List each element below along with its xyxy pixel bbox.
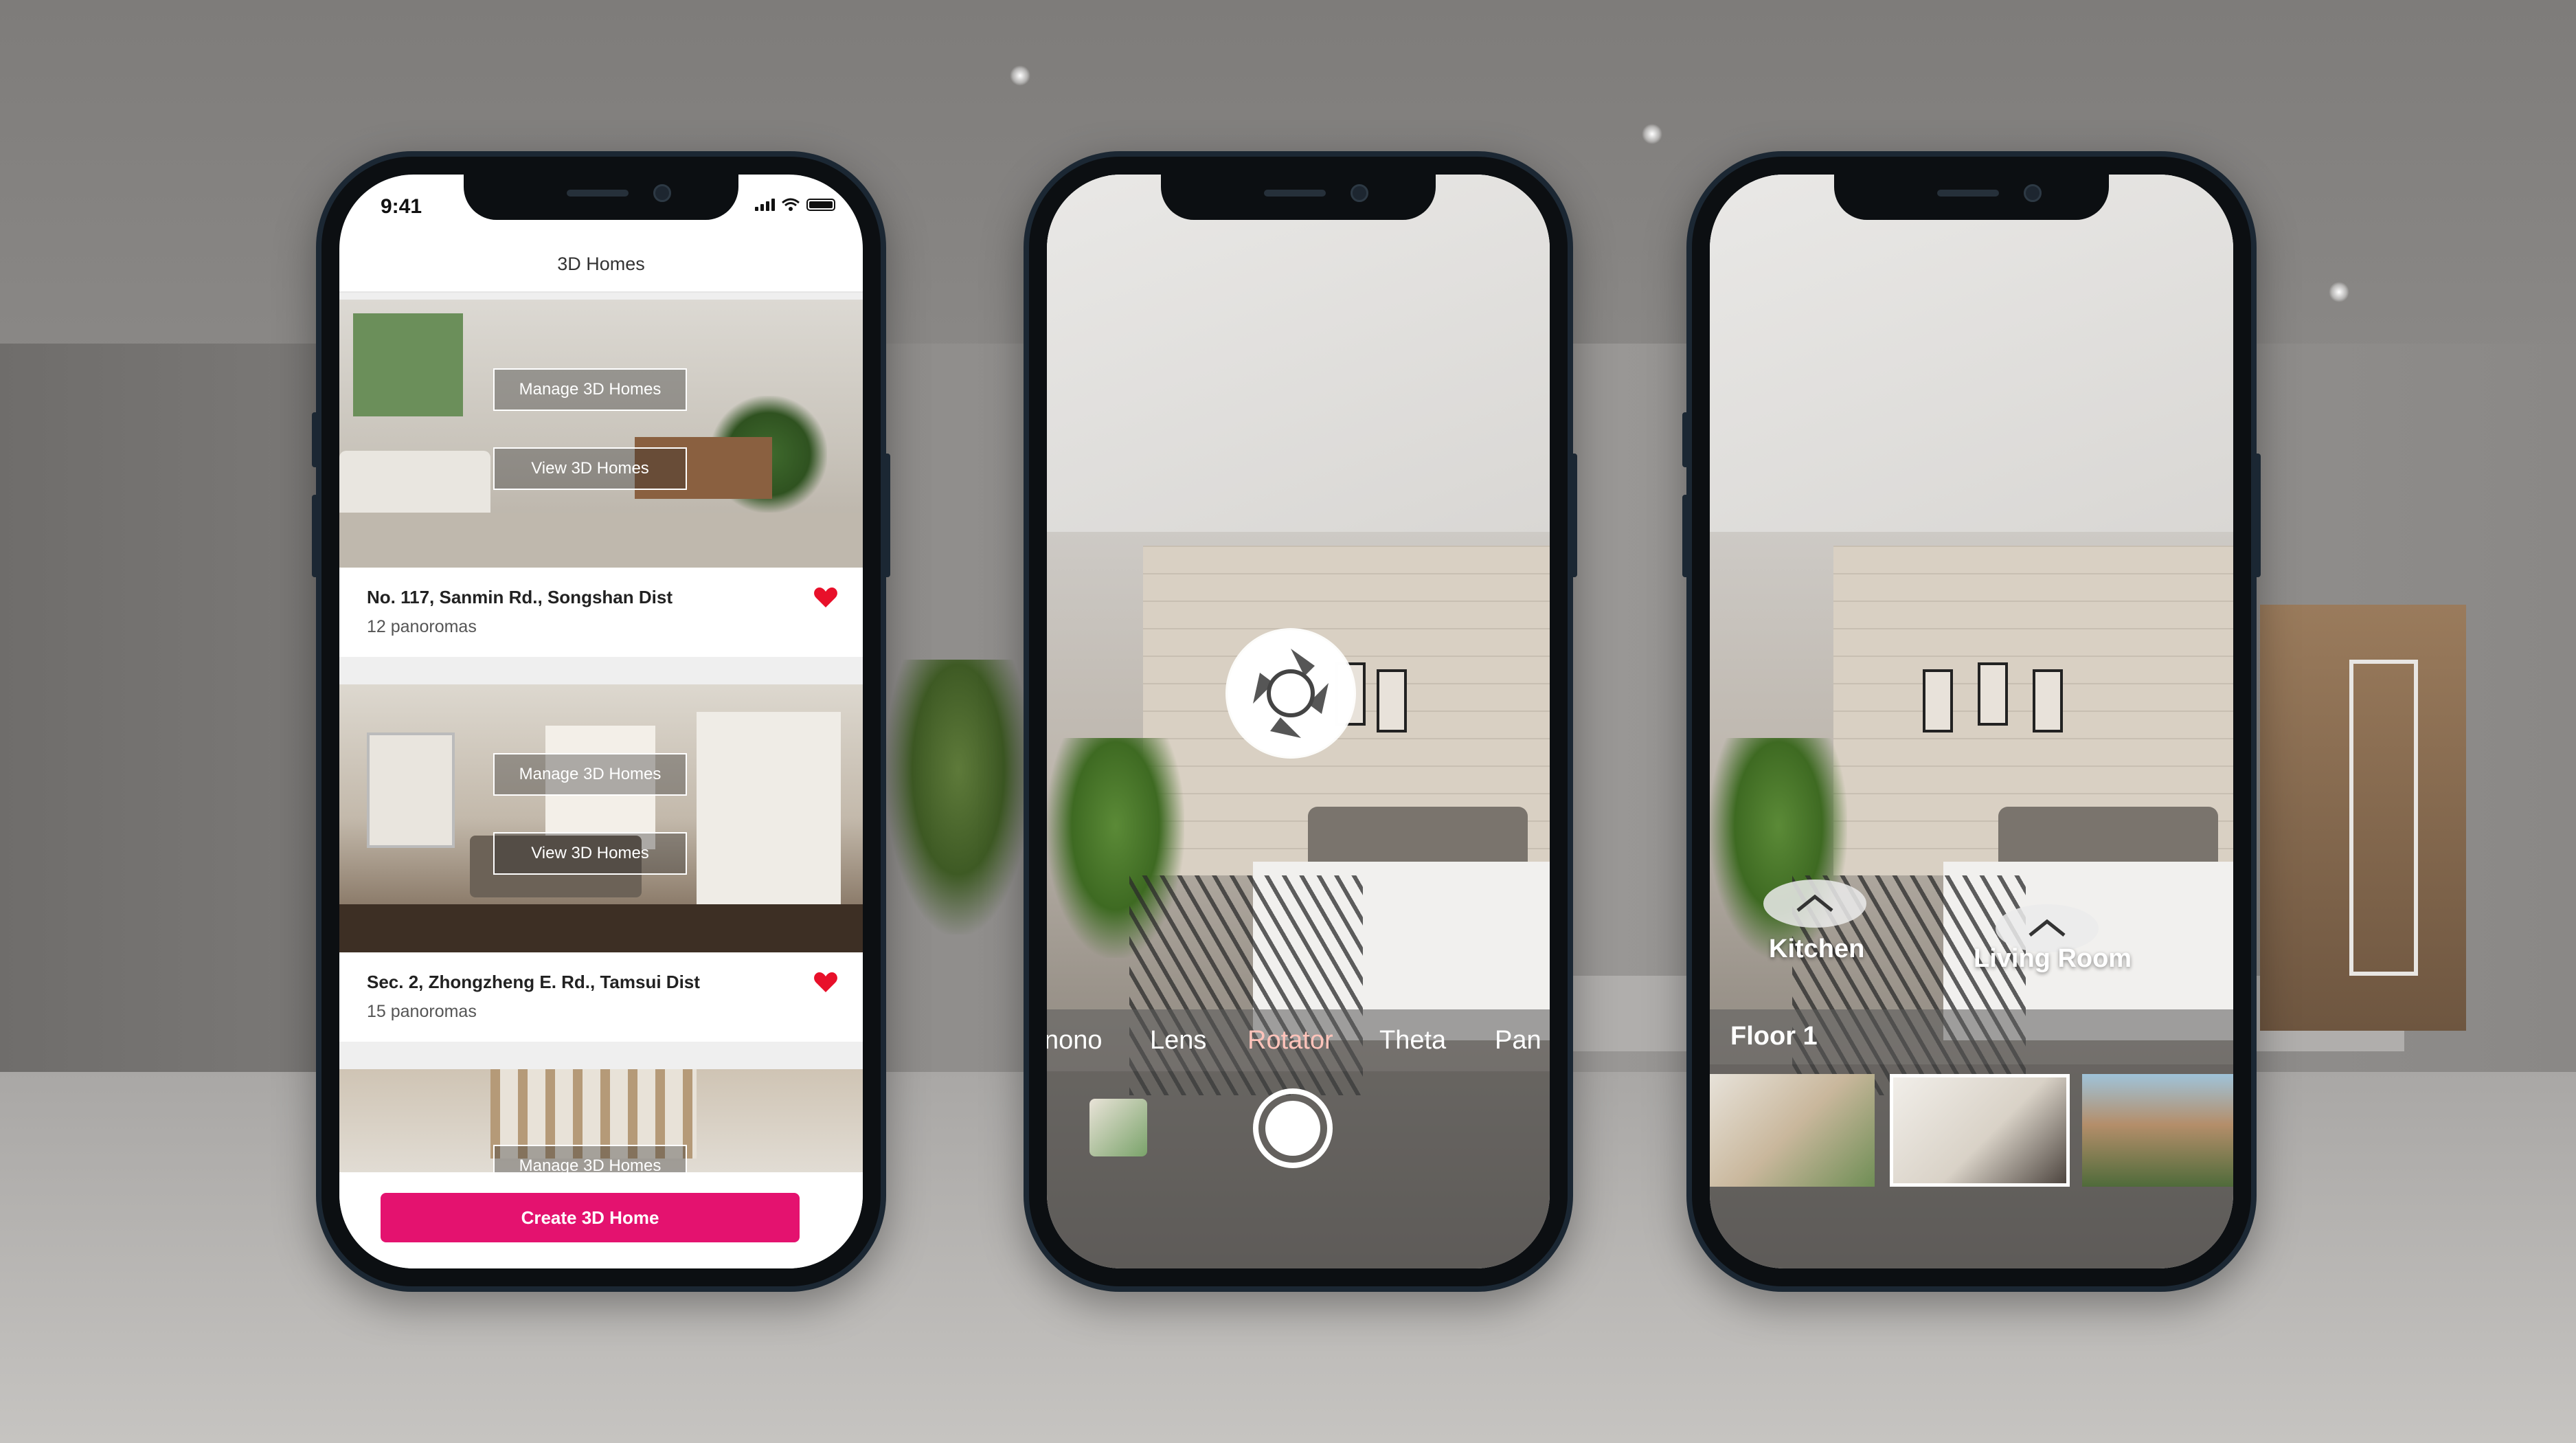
wifi-icon bbox=[782, 198, 800, 211]
floor-selector-bar[interactable]: Floor 1 bbox=[1710, 1009, 2233, 1064]
phone-side-button bbox=[312, 495, 319, 577]
mode-lens[interactable]: Lens bbox=[1150, 1009, 1206, 1071]
phone-side-button bbox=[1682, 412, 1689, 467]
capture-mode-bar[interactable]: nono Lens Rotator Theta Pan bbox=[1047, 1009, 1550, 1071]
wall-art bbox=[2033, 669, 2063, 732]
manage-3d-homes-button[interactable]: Manage 3D Homes bbox=[493, 753, 687, 796]
phone-side-button bbox=[312, 412, 319, 467]
room-thumbnail-strip[interactable] bbox=[1710, 1064, 2233, 1268]
home-photo[interactable]: Manage 3D Homes View 3D Homes bbox=[339, 684, 863, 952]
bg-ceiling-light bbox=[2329, 282, 2349, 302]
page-title: 3D Homes bbox=[557, 253, 645, 274]
create-3d-home-button[interactable]: Create 3D Home bbox=[381, 1193, 800, 1242]
tour-screen: Kitchen Living Room Floor 1 bbox=[1710, 175, 2233, 1268]
view-3d-homes-button[interactable]: View 3D Homes bbox=[493, 832, 687, 875]
mode-theta[interactable]: Theta bbox=[1379, 1009, 1446, 1071]
room-thumbnail-selected[interactable] bbox=[1890, 1074, 2070, 1187]
hotspot-label-living-room[interactable]: Living Room bbox=[1974, 944, 2132, 974]
panorama-count: 12 panoromas bbox=[367, 617, 477, 636]
phone-notch bbox=[464, 175, 738, 220]
home-address: Sec. 2, Zhongzheng E. Rd., Tamsui Dist bbox=[367, 972, 700, 992]
wall-art bbox=[1978, 662, 2008, 726]
status-time: 9:41 bbox=[381, 195, 422, 218]
phone-listing: 9:41 3D Homes Manage 3D Homes View 3D Ho… bbox=[312, 151, 890, 1292]
mode-pan[interactable]: Pan bbox=[1495, 1009, 1541, 1071]
heart-icon[interactable] bbox=[813, 972, 838, 994]
phone-notch bbox=[1834, 175, 2109, 220]
home-info: Sec. 2, Zhongzheng E. Rd., Tamsui Dist 1… bbox=[339, 952, 863, 1042]
battery-icon bbox=[806, 199, 835, 211]
shutter-button[interactable] bbox=[1253, 1088, 1333, 1168]
phone-side-button bbox=[883, 454, 890, 577]
gallery-thumbnail-button[interactable] bbox=[1089, 1099, 1147, 1156]
nav-bar: 3D Homes bbox=[339, 236, 863, 293]
wall-art bbox=[1923, 669, 1953, 732]
home-info: No. 117, Sanmin Rd., Songshan Dist 12 pa… bbox=[339, 568, 863, 657]
home-photo[interactable]: Manage 3D Homes bbox=[339, 1069, 863, 1172]
heart-icon[interactable] bbox=[813, 587, 838, 609]
manage-3d-homes-button[interactable]: Manage 3D Homes bbox=[493, 1145, 687, 1172]
hotspot-kitchen[interactable] bbox=[1763, 880, 1866, 928]
bg-shelf bbox=[2349, 660, 2418, 976]
room-thumbnail[interactable] bbox=[1710, 1074, 1875, 1187]
phone-side-button bbox=[2254, 454, 2261, 577]
bg-plant bbox=[886, 660, 1030, 935]
bg-ceiling-light bbox=[1642, 124, 1662, 144]
wall-art bbox=[1377, 669, 1407, 732]
phone-notch bbox=[1161, 175, 1436, 220]
bg-ceiling-light bbox=[1010, 65, 1030, 86]
hotspot-label-kitchen[interactable]: Kitchen bbox=[1769, 935, 1864, 964]
rotator-aperture-icon bbox=[1225, 628, 1356, 759]
home-card[interactable]: Manage 3D Homes bbox=[339, 1062, 863, 1172]
home-photo[interactable]: Manage 3D Homes View 3D Homes bbox=[339, 300, 863, 568]
home-card[interactable]: Manage 3D Homes View 3D Homes Sec. 2, Zh… bbox=[339, 678, 863, 1062]
bottom-bar: Create 3D Home bbox=[339, 1172, 863, 1268]
signal-icon bbox=[755, 199, 775, 211]
phone-virtual-tour: Kitchen Living Room Floor 1 bbox=[1682, 151, 2261, 1292]
room-thumbnail[interactable] bbox=[2082, 1074, 2233, 1187]
view-3d-homes-button[interactable]: View 3D Homes bbox=[493, 447, 687, 490]
home-card[interactable]: Manage 3D Homes View 3D Homes No. 117, S… bbox=[339, 293, 863, 678]
camera-controls bbox=[1047, 1071, 1550, 1268]
manage-3d-homes-button[interactable]: Manage 3D Homes bbox=[493, 368, 687, 411]
mode-nono[interactable]: nono bbox=[1047, 1009, 1103, 1071]
home-address: No. 117, Sanmin Rd., Songshan Dist bbox=[367, 587, 673, 607]
panorama-count: 15 panoromas bbox=[367, 1002, 477, 1021]
phone-side-button bbox=[1570, 454, 1577, 577]
chevron-up-icon bbox=[1796, 894, 1833, 912]
listing-screen: 9:41 3D Homes Manage 3D Homes View 3D Ho… bbox=[339, 175, 863, 1268]
phone-camera: nono Lens Rotator Theta Pan bbox=[1024, 151, 1577, 1292]
camera-screen: nono Lens Rotator Theta Pan bbox=[1047, 175, 1550, 1268]
floor-label[interactable]: Floor 1 bbox=[1730, 1022, 1818, 1051]
mode-rotator[interactable]: Rotator bbox=[1247, 1009, 1333, 1071]
phone-side-button bbox=[1682, 495, 1689, 577]
homes-list[interactable]: Manage 3D Homes View 3D Homes No. 117, S… bbox=[339, 293, 863, 1172]
